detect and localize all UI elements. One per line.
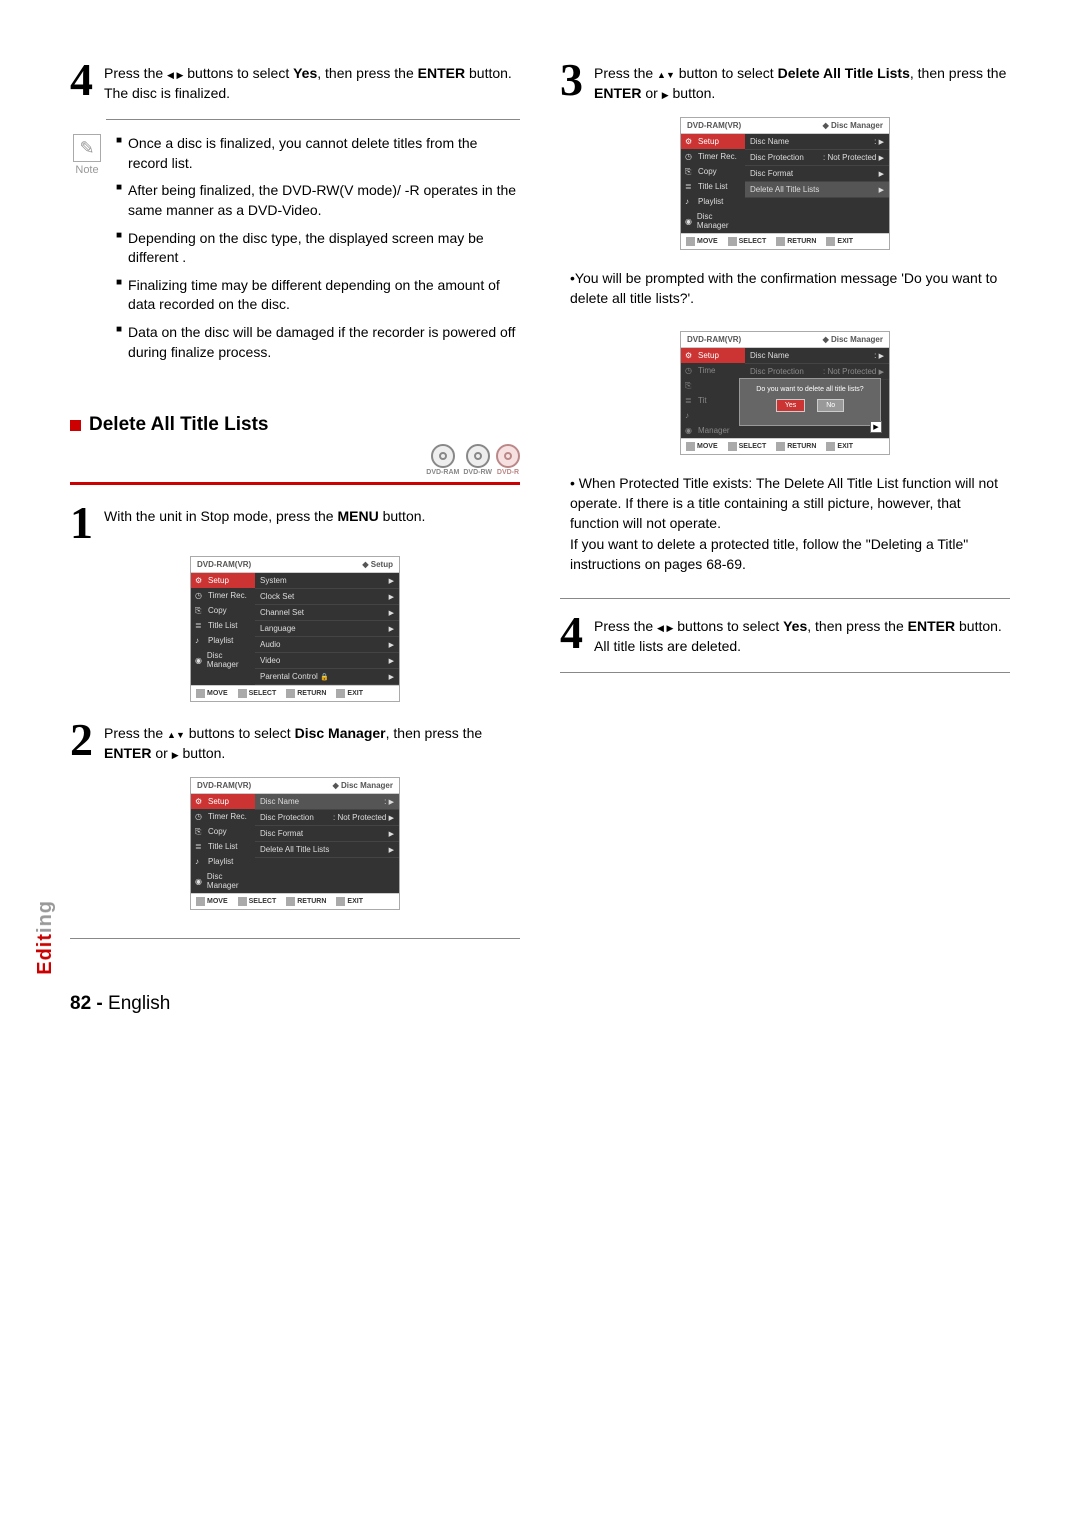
step-2: 2 Press the ▲▼ buttons to select Disc Ma…: [70, 720, 520, 763]
playlist-icon: ♪: [195, 636, 205, 645]
osd-screenshot-delete-highlight: DVD-RAM(VR)◆ Disc Manager ⚙Setup ◷Timer …: [680, 117, 890, 250]
confirm-dialog: Do you want to delete all title lists? Y…: [739, 378, 881, 426]
lock-icon: 🔒: [320, 674, 329, 681]
list-icon: ≣: [195, 621, 205, 630]
gear-icon: ⚙: [195, 576, 205, 585]
step-number: 4: [70, 60, 98, 103]
bullet-icon: ■: [116, 229, 122, 268]
left-column: 4 Press the ◀ ▶ buttons to select Yes, t…: [70, 60, 520, 953]
clock-icon: ◷: [195, 591, 205, 600]
disc-icon: [431, 444, 455, 468]
no-button[interactable]: No: [817, 399, 844, 412]
page-footer: 82 - English: [0, 993, 1080, 1045]
osd-screenshot-confirm-dialog: DVD-RAM(VR)◆ Disc Manager ⚙Setup ◷Time ⎘…: [680, 331, 890, 455]
disc-icon: ◉: [195, 656, 204, 665]
right-icon: ▶: [662, 90, 669, 100]
side-tab: Editing: [34, 900, 57, 975]
section-heading: Delete All Title Lists: [70, 414, 520, 436]
disc-icons: DVD-RAM DVD-RW DVD-R: [70, 444, 520, 476]
osd-screenshot-setup: DVD-RAM(VR)◆ Setup ⚙Setup ◷Timer Rec. ⎘C…: [190, 556, 400, 702]
prompt-explanation: •You will be prompted with the confirmat…: [570, 268, 1010, 309]
bullet-icon: ■: [116, 134, 122, 173]
right-icon: ▶: [172, 750, 179, 760]
left-right-icon: ◀ ▶: [657, 623, 673, 633]
left-right-icon: ◀ ▶: [167, 70, 183, 80]
note-block: ✎ Note ■Once a disc is finalized, you ca…: [70, 134, 520, 370]
pencil-icon: ✎: [73, 134, 101, 162]
step-1: 1 With the unit in Stop mode, press the …: [70, 503, 520, 542]
bullet-icon: ■: [116, 181, 122, 220]
bullet-icon: ■: [116, 323, 122, 362]
right-column: 3 Press the ▲▼ button to select Delete A…: [560, 60, 1010, 953]
yes-button[interactable]: Yes: [776, 399, 805, 412]
protected-title-explanation: • When Protected Title exists: The Delet…: [570, 473, 1010, 574]
bullet-icon: ■: [116, 276, 122, 315]
disc-icon: [466, 444, 490, 468]
chevron-right-icon: ▶: [389, 577, 394, 585]
up-down-icon: ▲▼: [657, 70, 675, 80]
up-down-icon: ▲▼: [167, 730, 185, 740]
disc-icon: [496, 444, 520, 468]
osd-screenshot-discmanager: DVD-RAM(VR)◆ Disc Manager ⚙Setup ◷Timer …: [190, 777, 400, 910]
section-marker-icon: [70, 420, 81, 431]
copy-icon: ⎘: [195, 606, 205, 615]
step-4-top: 4 Press the ◀ ▶ buttons to select Yes, t…: [70, 60, 520, 103]
arrow-right-icon: ▶: [870, 421, 882, 433]
step-3: 3 Press the ▲▼ button to select Delete A…: [560, 60, 1010, 103]
step-4-bottom: 4 Press the ◀ ▶ buttons to select Yes, t…: [560, 613, 1010, 656]
